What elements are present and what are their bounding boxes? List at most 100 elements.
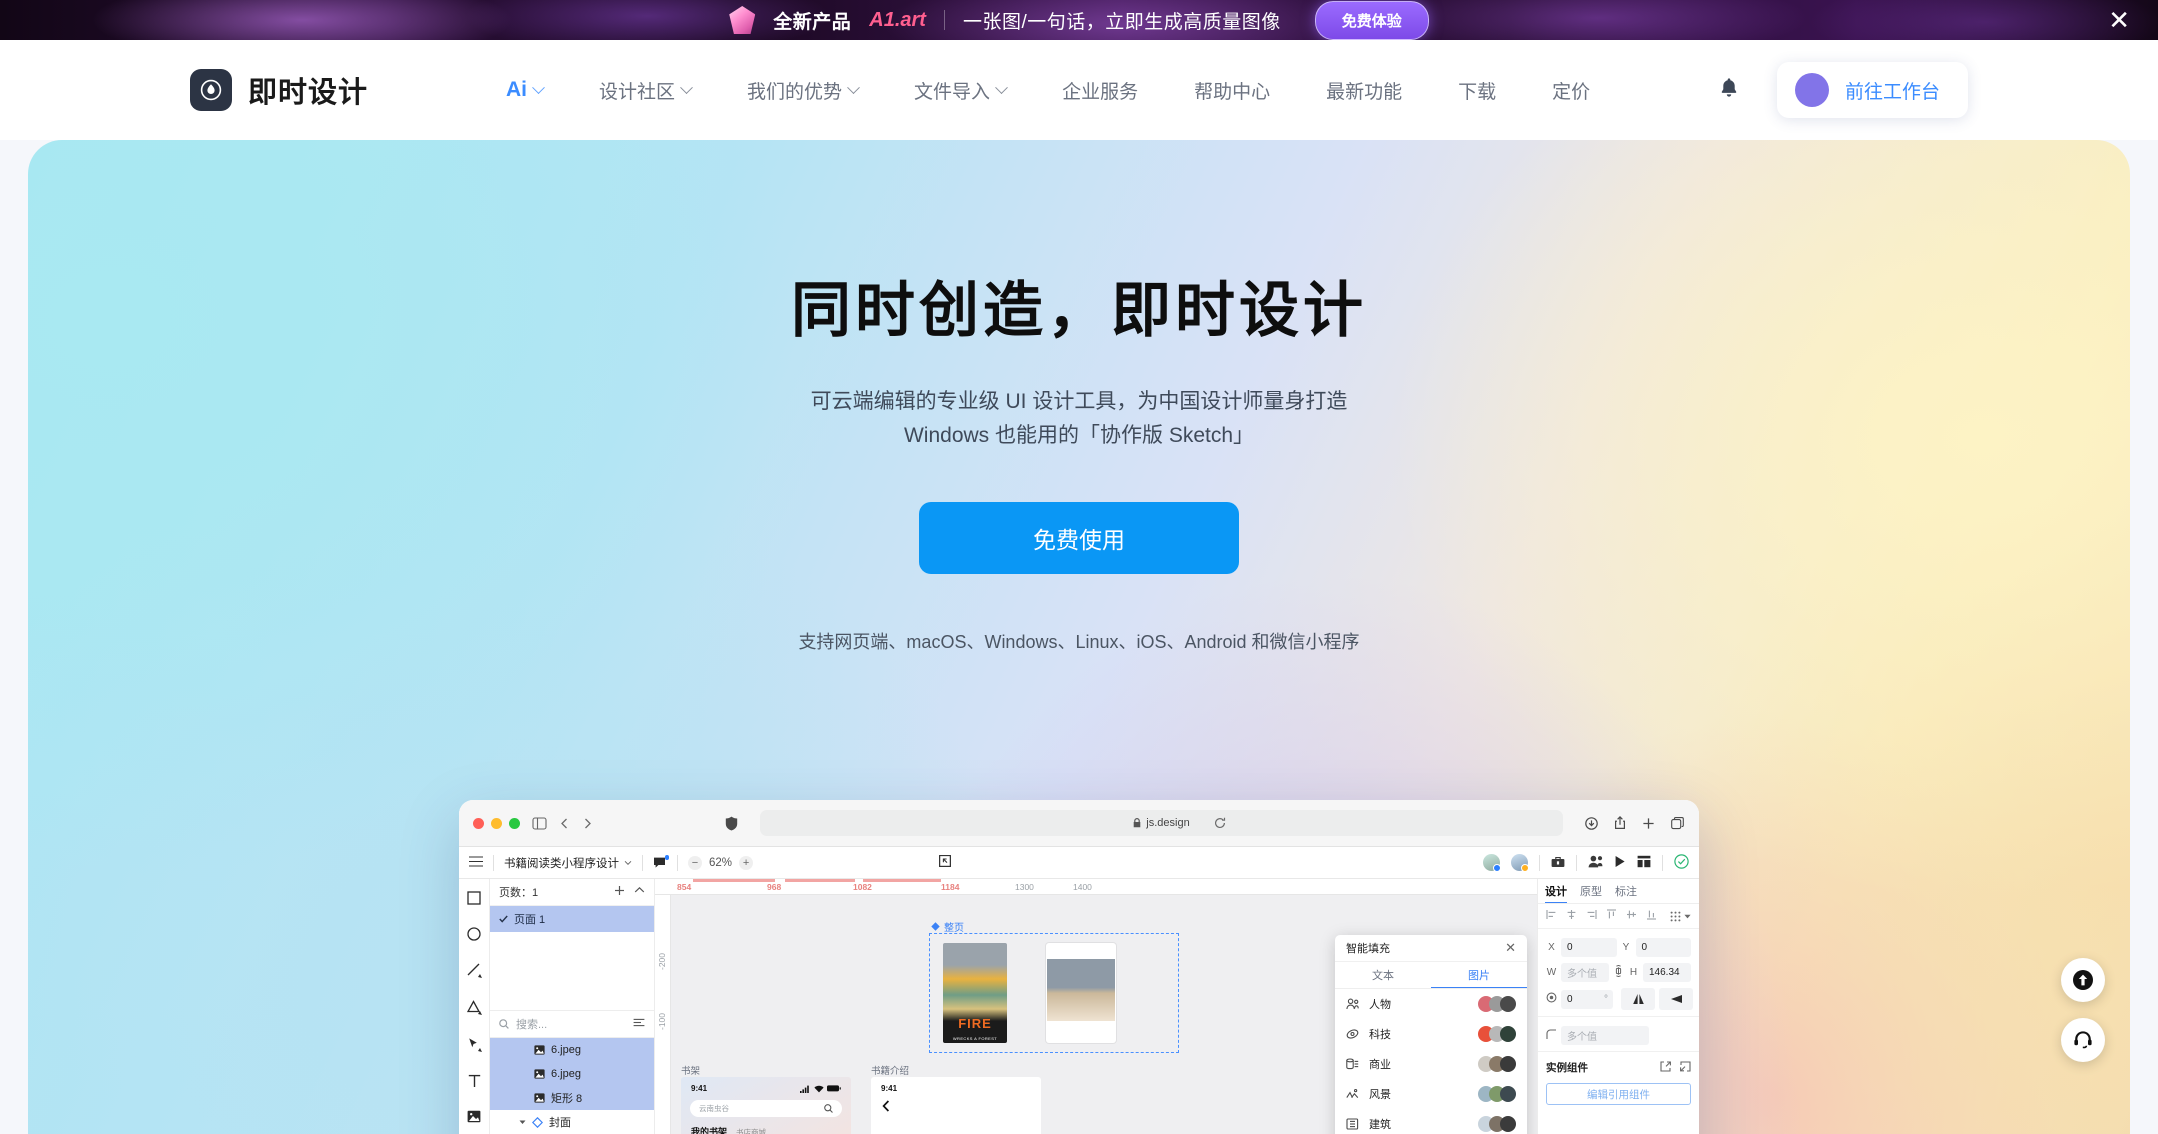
invite-user-icon[interactable] (1588, 855, 1603, 871)
layer-list-item[interactable]: 6.jpeg (490, 1062, 654, 1086)
shield-icon[interactable] (725, 816, 738, 831)
window-controls[interactable] (473, 817, 520, 829)
tab-prototype[interactable]: 原型 (1580, 879, 1602, 903)
tabs-icon[interactable] (1671, 816, 1685, 830)
text-tool-icon[interactable] (468, 1074, 481, 1088)
align-right-icon[interactable] (1586, 909, 1597, 923)
link-ratio-icon[interactable] (1613, 964, 1624, 980)
nav-item-community[interactable]: 设计社区 (571, 77, 719, 104)
toolbox-icon[interactable] (1551, 855, 1565, 871)
bell-icon[interactable] (1719, 77, 1739, 104)
go-to-workspace-button[interactable]: 前往工作台 (1776, 62, 1968, 118)
back-to-top-button[interactable] (2061, 958, 2105, 1002)
edit-reference-component-button[interactable]: 编辑引用组件 (1546, 1083, 1691, 1105)
detach-icon[interactable] (1660, 1060, 1671, 1075)
align-middle-v-icon[interactable] (1626, 909, 1637, 923)
tab-text[interactable]: 文本 (1335, 962, 1431, 988)
align-bottom-icon[interactable] (1646, 909, 1657, 923)
add-page-icon[interactable] (614, 885, 625, 899)
poster-artwork-2[interactable] (1046, 943, 1116, 1043)
nav-item-download[interactable]: 下载 (1430, 77, 1524, 104)
w-input[interactable]: 多个值 (1561, 963, 1609, 982)
category-row-business[interactable]: 商业 (1335, 1049, 1527, 1079)
nav-item-import[interactable]: 文件导入 (886, 77, 1034, 104)
back-arrow-icon[interactable] (559, 817, 570, 830)
filter-icon[interactable] (633, 1018, 645, 1030)
share-icon[interactable] (1614, 816, 1626, 830)
play-icon[interactable] (1614, 855, 1626, 871)
close-icon[interactable]: ✕ (1505, 940, 1516, 956)
support-button[interactable] (2061, 1018, 2105, 1062)
poster-artwork[interactable]: FIRE WRECKS A FOREST (943, 943, 1007, 1043)
nav-item-ai[interactable]: Ai (478, 78, 571, 102)
flip-vertical-icon[interactable] (1659, 988, 1693, 1010)
image-tool-icon[interactable] (467, 1110, 481, 1123)
nav-item-help[interactable]: 帮助中心 (1166, 77, 1298, 104)
close-icon[interactable]: ✕ (2108, 7, 2130, 33)
distribute-icon[interactable] (1670, 911, 1691, 922)
ellipse-tool-icon[interactable] (467, 927, 481, 941)
chevron-down-icon[interactable] (519, 1119, 526, 1125)
hamburger-icon[interactable] (469, 855, 483, 870)
zoom-in-button[interactable]: + (739, 855, 754, 870)
category-row-landscape[interactable]: 风景 (1335, 1079, 1527, 1109)
nav-item-enterprise[interactable]: 企业服务 (1034, 77, 1166, 104)
layer-list-item[interactable]: 封面 (490, 1110, 654, 1134)
canvas[interactable]: 854 968 1082 1184 1300 1400 -200 -100 整页 (655, 879, 1537, 1134)
search-input[interactable]: 云南虫谷 (690, 1100, 842, 1117)
promo-cta-button[interactable]: 免费体验 (1314, 0, 1429, 40)
tab-my-bookshelf[interactable]: 我的书架 (691, 1125, 727, 1134)
check-circle-icon[interactable] (1674, 853, 1689, 872)
page-list-item[interactable]: 页面 1 (490, 906, 654, 932)
export-icon[interactable] (938, 854, 952, 871)
free-use-button[interactable]: 免费使用 (919, 502, 1239, 575)
logo[interactable]: 即时设计 (190, 69, 368, 111)
zoom-out-button[interactable]: − (688, 855, 702, 870)
nav-item-pricing[interactable]: 定价 (1524, 77, 1618, 104)
corner-radius-input[interactable]: 多个值 (1561, 1026, 1649, 1045)
tab-design[interactable]: 设计 (1545, 879, 1567, 903)
document-name-dropdown[interactable]: 书籍阅读类小程序设计 (504, 855, 632, 871)
flip-horizontal-icon[interactable] (1621, 988, 1655, 1010)
category-row-tech[interactable]: 科技 (1335, 1019, 1527, 1049)
mobile-frame-bookshelf[interactable]: 9:41 云南虫谷 我的书架 书店商城 (681, 1077, 851, 1134)
reload-icon[interactable] (1214, 817, 1226, 829)
maximize-window-button[interactable] (509, 817, 520, 829)
align-top-icon[interactable] (1606, 909, 1617, 923)
collaborator-avatar[interactable] (1511, 854, 1529, 872)
plus-icon[interactable] (1642, 817, 1655, 830)
url-bar[interactable]: js.design (760, 810, 1563, 836)
nav-item-advantages[interactable]: 我们的优势 (719, 77, 886, 104)
comment-icon[interactable] (653, 855, 669, 869)
layer-list-item[interactable]: 6.jpeg (490, 1038, 654, 1062)
rotation-input[interactable]: 0 ° (1561, 989, 1613, 1009)
line-tool-icon[interactable] (467, 963, 482, 978)
tab-bookstore[interactable]: 书店商城 (736, 1127, 766, 1134)
layer-list-item[interactable]: 矩形 8 (490, 1086, 654, 1110)
forward-arrow-icon[interactable] (582, 817, 593, 830)
nav-item-features[interactable]: 最新功能 (1298, 77, 1430, 104)
x-input[interactable]: 0 (1561, 938, 1617, 957)
rect-tool-icon[interactable] (467, 891, 481, 905)
align-left-icon[interactable] (1546, 909, 1557, 923)
close-window-button[interactable] (473, 817, 484, 829)
collaborator-avatar[interactable] (1483, 854, 1501, 872)
y-input[interactable]: 0 (1635, 938, 1691, 957)
sidebar-toggle-icon[interactable] (532, 816, 547, 830)
swap-icon[interactable] (1680, 1060, 1691, 1075)
pen-tool-icon[interactable] (467, 1037, 482, 1052)
align-center-h-icon[interactable] (1566, 909, 1577, 923)
tab-image[interactable]: 图片 (1431, 962, 1527, 988)
back-chevron-icon[interactable] (871, 1096, 1041, 1119)
category-row-architecture[interactable]: 建筑 (1335, 1109, 1527, 1134)
polygon-tool-icon[interactable] (466, 1000, 482, 1015)
mobile-frame-book-detail[interactable]: 9:41 森林之… 德勒·凡尔… (871, 1077, 1041, 1134)
minimize-window-button[interactable] (491, 817, 502, 829)
layout-icon[interactable] (1637, 855, 1651, 871)
chevron-up-icon[interactable] (634, 885, 645, 899)
category-row-people[interactable]: 人物 (1335, 989, 1527, 1019)
download-icon[interactable] (1585, 816, 1598, 830)
h-input[interactable]: 146.34 (1643, 963, 1691, 982)
tab-annotation[interactable]: 标注 (1615, 879, 1637, 903)
frame-label[interactable]: 整页 (931, 919, 964, 934)
